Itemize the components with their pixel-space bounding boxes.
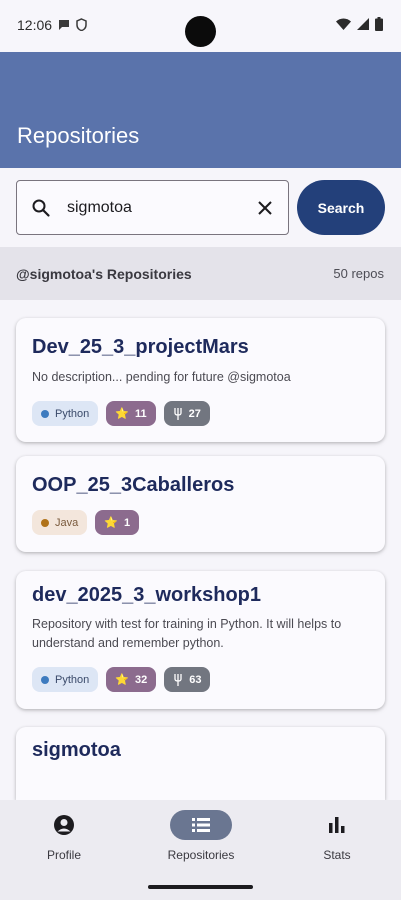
repo-name: sigmotoa — [32, 739, 121, 761]
nav-item-repositories[interactable]: Repositories — [141, 810, 261, 870]
account-circle-icon — [54, 815, 74, 835]
status-time: 12:06 — [17, 17, 53, 33]
message-icon — [59, 19, 69, 30]
repo-count: 50 repos — [333, 266, 384, 281]
nav-label: Profile — [46, 848, 81, 862]
repo-card[interactable]: Dev_25_3_projectMars No description... p… — [16, 318, 385, 442]
star-icon: ⭐ — [115, 408, 129, 420]
search-icon — [32, 199, 50, 217]
language-label: Java — [55, 516, 79, 529]
repo-card[interactable]: OOP_25_3Caballeros Java ⭐ 1 — [16, 456, 385, 552]
repo-badges: Python ⭐ 32 63 — [32, 667, 211, 692]
fork-icon — [174, 673, 182, 686]
stars-badge: ⭐ 11 — [106, 401, 156, 426]
wifi-icon — [336, 18, 351, 30]
language-label: Python — [55, 407, 90, 420]
nav-icon-container — [170, 810, 232, 840]
nav-label: Repositories — [167, 848, 235, 862]
search-input[interactable]: sigmotoa — [16, 180, 289, 235]
bar-chart-icon — [329, 817, 345, 833]
fork-icon — [173, 407, 182, 420]
nav-item-profile[interactable]: Profile — [4, 810, 124, 870]
language-dot-icon — [41, 518, 49, 527]
status-bar: 12:06 — [0, 0, 401, 52]
status-notification-icons — [58, 18, 87, 31]
repo-description: Repository with test for training in Pyt… — [32, 617, 342, 650]
language-badge: Python — [32, 667, 99, 692]
status-system-icons — [336, 17, 383, 31]
repo-name: OOP_25_3Caballeros — [32, 474, 235, 496]
star-icon: ⭐ — [104, 517, 118, 529]
repo-description: No description... pending for future @si… — [32, 370, 291, 384]
stars-count: 32 — [134, 673, 148, 686]
language-badge: Java — [32, 510, 88, 535]
search-button[interactable]: Search — [297, 180, 385, 235]
language-label: Python — [55, 673, 90, 686]
language-dot-icon — [41, 409, 49, 418]
repo-badges: Java ⭐ 1 — [32, 510, 140, 535]
forks-badge: 27 — [163, 401, 210, 426]
forks-count: 27 — [188, 407, 201, 420]
stars-count: 11 — [134, 407, 147, 420]
camera-cutout — [185, 16, 216, 47]
repo-card[interactable]: dev_2025_3_workshop1 Repository with tes… — [16, 571, 385, 709]
signal-icon — [357, 18, 369, 30]
page-title: Repositories — [17, 123, 140, 148]
language-dot-icon — [41, 675, 49, 684]
nav-icon-container — [33, 810, 95, 840]
stars-badge: ⭐ 32 — [106, 667, 157, 692]
repo-name: dev_2025_3_workshop1 — [32, 584, 262, 606]
nav-item-stats[interactable]: Stats — [277, 810, 397, 870]
nav-label: Stats — [323, 848, 351, 862]
repo-card[interactable]: sigmotoa — [16, 727, 385, 800]
language-badge: Python — [32, 401, 99, 426]
repo-badges: Python ⭐ 11 27 — [32, 401, 210, 426]
home-indicator[interactable] — [148, 885, 253, 889]
battery-icon — [375, 17, 383, 31]
repo-name: Dev_25_3_projectMars — [32, 336, 249, 358]
app-bar: Repositories — [0, 52, 401, 168]
list-header-title: @sigmotoa's Repositories — [16, 266, 192, 282]
list-icon — [192, 818, 210, 832]
stars-badge: ⭐ 1 — [95, 510, 140, 535]
close-icon[interactable] — [256, 199, 274, 217]
nav-icon-container — [306, 810, 368, 840]
forks-badge: 63 — [164, 667, 211, 692]
search-value: sigmotoa — [67, 199, 132, 216]
shield-icon — [76, 18, 87, 31]
list-header: @sigmotoa's Repositories 50 repos — [0, 247, 401, 300]
star-icon: ⭐ — [115, 674, 129, 686]
forks-count: 63 — [189, 673, 202, 686]
stars-count: 1 — [123, 516, 131, 529]
